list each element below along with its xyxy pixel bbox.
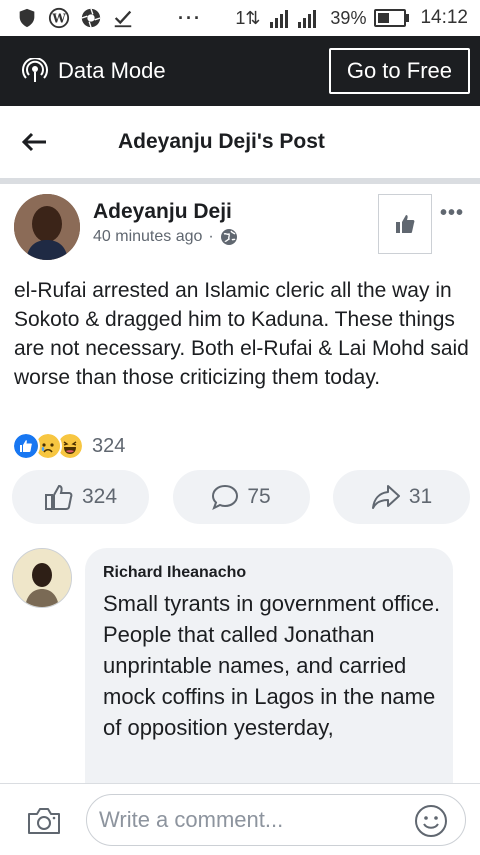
post-options-button[interactable]: •••: [440, 202, 464, 225]
post-meta: 40 minutes ago ·: [93, 228, 238, 246]
back-arrow-icon: [21, 132, 46, 152]
aperture-icon: [81, 8, 101, 28]
post-header: Adeyanju Deji's Post: [0, 106, 480, 184]
like-button[interactable]: 324: [12, 470, 149, 524]
smiley-icon[interactable]: [414, 804, 448, 838]
like-count: 324: [81, 485, 118, 508]
reaction-summary[interactable]: 324: [12, 432, 125, 460]
meta-separator: ·: [208, 228, 214, 245]
post-author[interactable]: Adeyanju Deji: [93, 200, 232, 224]
wordpress-icon: W: [48, 7, 70, 29]
battery-percent: 39%: [330, 7, 367, 28]
reaction-count: 324: [92, 434, 126, 457]
camera-icon[interactable]: [26, 806, 62, 836]
data-mode-bar: Data Mode Go to Free: [0, 36, 480, 106]
avatar-image: [14, 194, 80, 260]
like-icon: [44, 484, 73, 510]
data-mode-label: Data Mode: [58, 58, 166, 83]
svg-text:W: W: [51, 12, 66, 26]
like-reaction-icon: [12, 432, 40, 460]
go-to-free-button[interactable]: Go to Free: [328, 48, 470, 94]
author-avatar[interactable]: [14, 194, 80, 260]
comment-text: Small tyrants in government office. Peop…: [103, 591, 441, 740]
like-page-button[interactable]: [378, 194, 432, 254]
data-mode-icon: [22, 58, 48, 82]
notification-dots: ···: [178, 7, 202, 28]
share-icon: [371, 485, 400, 509]
share-count: 31: [408, 485, 433, 508]
battery-fill: [378, 13, 390, 23]
signal-icon: [270, 10, 317, 28]
thumbs-up-icon: [396, 215, 415, 233]
commenter-avatar[interactable]: [12, 548, 72, 608]
commenter-name[interactable]: Richard Iheanacho: [103, 564, 246, 582]
comment-bubble[interactable]: Richard Iheanacho Small tyrants in gover…: [85, 548, 453, 808]
share-button[interactable]: 31: [333, 470, 470, 524]
post-time[interactable]: 40 minutes ago: [93, 228, 202, 246]
action-row: 324 75 31: [12, 470, 470, 524]
shield-icon: [19, 8, 35, 28]
comment-count: 75: [247, 485, 271, 508]
globe-icon: [220, 229, 237, 245]
clock: 14:12: [420, 7, 468, 28]
comment-icon: [212, 484, 239, 511]
comment-composer: [0, 783, 480, 855]
comment-input[interactable]: [86, 794, 466, 846]
status-bar: W ··· 1⇅ 39% 14:12: [0, 0, 480, 36]
back-button[interactable]: [20, 130, 60, 154]
commenter-avatar-image: [13, 549, 71, 607]
network-indicator: 1⇅: [235, 7, 261, 28]
download-check-icon: [114, 10, 132, 28]
comment-button[interactable]: 75: [172, 470, 310, 524]
page-title: Adeyanju Deji's Post: [118, 130, 325, 153]
post-body: el-Rufai arrested an Islamic cleric all …: [14, 279, 469, 389]
battery-icon: [374, 9, 410, 27]
